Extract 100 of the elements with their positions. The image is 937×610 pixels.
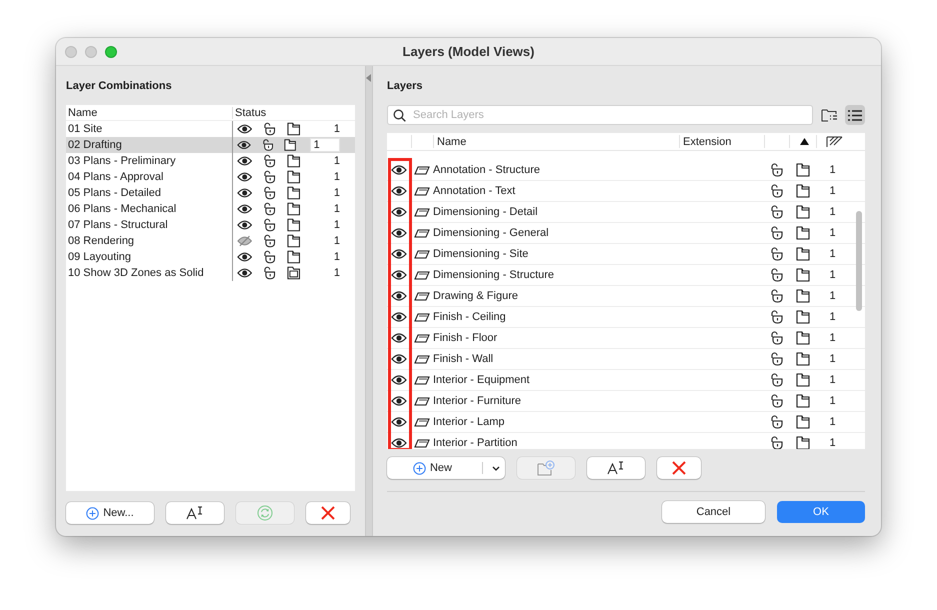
- sheet-icon[interactable]: [796, 226, 810, 240]
- column-header[interactable]: Status: [232, 106, 340, 118]
- eye-icon[interactable]: [237, 204, 252, 214]
- eye-icon[interactable]: [391, 417, 407, 427]
- sheet-icon[interactable]: [284, 138, 297, 152]
- list-view-button[interactable]: [845, 105, 865, 125]
- new-layer-button[interactable]: New: [387, 457, 505, 479]
- sheet-icon[interactable]: [796, 184, 810, 198]
- hidden-eye-icon[interactable]: [237, 235, 252, 247]
- eye-icon[interactable]: [391, 249, 407, 259]
- lock-icon[interactable]: [263, 266, 276, 280]
- lock-icon[interactable]: [770, 310, 783, 324]
- zoom-button[interactable]: [105, 46, 117, 58]
- combination-row[interactable]: 07 Plans - Structural 1: [66, 217, 355, 233]
- lock-icon[interactable]: [263, 218, 276, 232]
- lock-icon[interactable]: [263, 202, 276, 216]
- eye-icon[interactable]: [391, 228, 407, 238]
- combination-row[interactable]: 08 Rendering 1: [66, 233, 355, 249]
- sheet-icon[interactable]: [286, 202, 300, 216]
- eye-icon[interactable]: [237, 124, 252, 134]
- sheet-icon[interactable]: [286, 234, 300, 248]
- sheet-icon[interactable]: [286, 218, 300, 232]
- sheet-icon[interactable]: [286, 154, 300, 168]
- sheet-icon[interactable]: [796, 163, 810, 177]
- sheet-icon[interactable]: [796, 247, 810, 261]
- value-field[interactable]: 1: [310, 138, 340, 152]
- ok-button[interactable]: OK: [777, 501, 865, 523]
- eye-icon[interactable]: [237, 188, 252, 198]
- eye-icon[interactable]: [391, 165, 407, 175]
- sheet-icon[interactable]: [796, 394, 810, 408]
- delete-button[interactable]: [657, 457, 701, 479]
- eye-icon[interactable]: [237, 268, 252, 278]
- lock-icon[interactable]: [770, 268, 783, 282]
- lock-icon[interactable]: [770, 394, 783, 408]
- scrollbar-thumb[interactable]: [856, 211, 862, 311]
- eye-icon[interactable]: [391, 207, 407, 217]
- lock-icon[interactable]: [770, 205, 783, 219]
- lock-icon[interactable]: [263, 170, 276, 184]
- lock-icon[interactable]: [263, 122, 276, 136]
- eye-icon[interactable]: [391, 312, 407, 322]
- combination-row[interactable]: 04 Plans - Approval 1: [66, 169, 355, 185]
- new-button[interactable]: New...: [66, 502, 154, 524]
- sheet-icon[interactable]: [286, 186, 300, 200]
- sheet-icon[interactable]: [286, 250, 300, 264]
- eye-icon[interactable]: [391, 333, 407, 343]
- rename-button[interactable]: [166, 502, 224, 524]
- sheet-icon[interactable]: [796, 415, 810, 429]
- lock-icon[interactable]: [770, 352, 783, 366]
- eye-icon[interactable]: [391, 186, 407, 196]
- sheet-icon[interactable]: [796, 268, 810, 282]
- sheet-icon[interactable]: [796, 205, 810, 219]
- sheet-icon[interactable]: [286, 122, 300, 136]
- sheet-icon[interactable]: [796, 331, 810, 345]
- lock-icon[interactable]: [770, 331, 783, 345]
- sheet-icon[interactable]: [796, 373, 810, 387]
- combination-row[interactable]: 03 Plans - Preliminary 1: [66, 153, 355, 169]
- lock-icon[interactable]: [770, 163, 783, 177]
- column-header[interactable]: Name: [66, 106, 232, 118]
- eye-icon[interactable]: [391, 354, 407, 364]
- sheet-icon[interactable]: [796, 436, 810, 449]
- eye-icon[interactable]: [237, 140, 251, 150]
- sheet-icon[interactable]: [796, 289, 810, 303]
- hatch-icon[interactable]: [826, 136, 843, 148]
- search-field[interactable]: Search Layers: [387, 105, 813, 125]
- combination-row[interactable]: 06 Plans - Mechanical 1: [66, 201, 355, 217]
- lock-icon[interactable]: [770, 247, 783, 261]
- lock-icon[interactable]: [770, 373, 783, 387]
- eye-icon[interactable]: [391, 291, 407, 301]
- combination-row[interactable]: 05 Plans - Detailed 1: [66, 185, 355, 201]
- sheet-icon[interactable]: [796, 352, 810, 366]
- lock-icon[interactable]: [770, 415, 783, 429]
- eye-icon[interactable]: [391, 396, 407, 406]
- column-header[interactable]: Name: [433, 135, 679, 148]
- column-header[interactable]: Extension: [679, 135, 764, 148]
- rename-button[interactable]: [587, 457, 645, 479]
- lock-icon[interactable]: [263, 250, 276, 264]
- sheet-icon[interactable]: [286, 170, 300, 184]
- eye-icon[interactable]: [237, 172, 252, 182]
- eye-icon[interactable]: [237, 156, 252, 166]
- eye-icon[interactable]: [391, 375, 407, 385]
- combination-row[interactable]: 02 Drafting 1: [66, 137, 355, 153]
- eye-icon[interactable]: [391, 270, 407, 280]
- lock-icon[interactable]: [263, 186, 276, 200]
- cancel-button[interactable]: Cancel: [662, 501, 765, 523]
- combination-row[interactable]: 10 Show 3D Zones as Solid 1: [66, 265, 355, 281]
- lock-icon[interactable]: [770, 184, 783, 198]
- lock-icon[interactable]: [263, 234, 276, 248]
- stacked-sheet-icon[interactable]: [286, 266, 300, 280]
- delete-button[interactable]: [306, 502, 350, 524]
- eye-icon[interactable]: [237, 220, 252, 230]
- eye-icon[interactable]: [237, 252, 252, 262]
- lock-icon[interactable]: [770, 436, 783, 449]
- lock-icon[interactable]: [770, 226, 783, 240]
- sheet-icon[interactable]: [796, 310, 810, 324]
- combination-row[interactable]: 09 Layouting 1: [66, 249, 355, 265]
- lock-icon[interactable]: [262, 138, 274, 152]
- sort-arrow-icon[interactable]: [800, 138, 809, 145]
- eye-icon[interactable]: [391, 438, 407, 448]
- lock-icon[interactable]: [770, 289, 783, 303]
- lock-icon[interactable]: [263, 154, 276, 168]
